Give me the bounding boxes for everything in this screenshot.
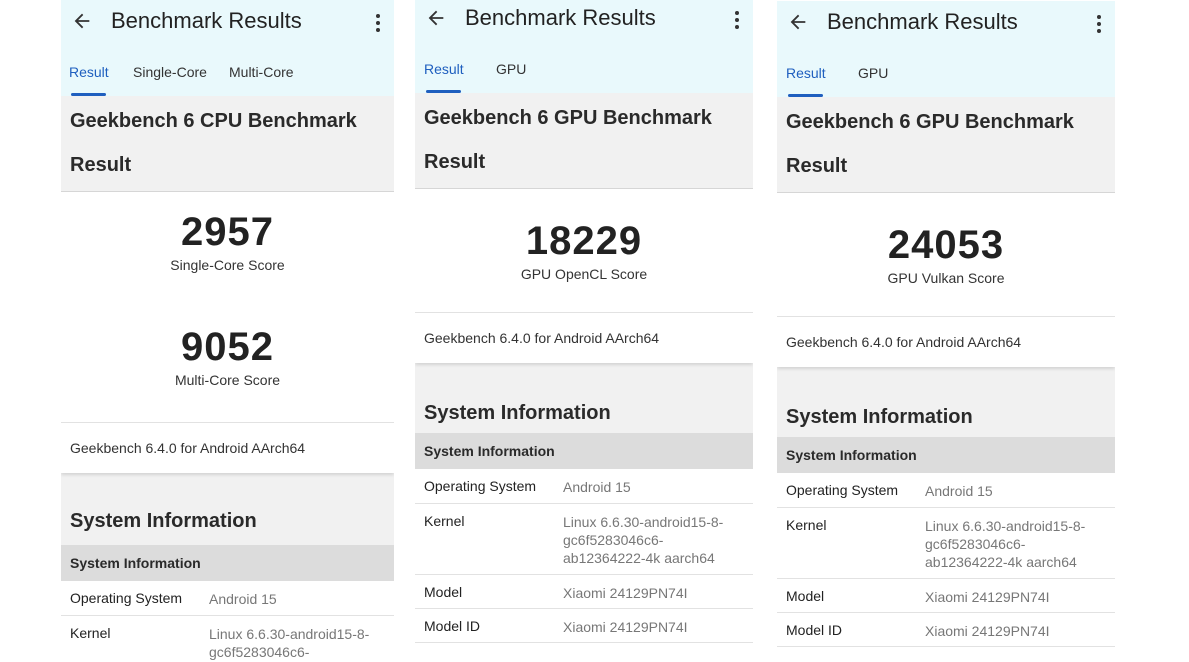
benchmark-title: Geekbench 6 GPU Benchmark (424, 107, 712, 129)
info-value: Linux 6.6.30-android15-8-gc6f5283046c6- (209, 626, 370, 660)
info-value: Xiaomi 24129PN74I (925, 589, 1050, 605)
single-core-score-label: Single-Core Score (170, 257, 285, 273)
tab-indicator (426, 90, 461, 93)
benchmark-title: Geekbench 6 GPU Benchmark (786, 111, 1074, 133)
tab-bar: Result GPU (415, 57, 753, 93)
gpu-opencl-results-panel: Benchmark Results Result GPU Geekbench 6… (415, 0, 753, 658)
result-heading: Result (424, 151, 486, 173)
version-row: Geekbench 6.4.0 for Android AArch64 (61, 422, 394, 473)
gpu-vulkan-results-panel: Benchmark Results Result GPU Geekbench 6… (777, 1, 1115, 662)
opencl-score-block: 18229 GPU OpenCL Score (415, 219, 753, 282)
info-row-os: Operating System Android 15 (415, 469, 753, 504)
info-key: Kernel (424, 513, 465, 529)
benchmark-title: Geekbench 6 CPU Benchmark (70, 110, 357, 132)
version-row: Geekbench 6.4.0 for Android AArch64 (415, 312, 753, 363)
tab-multi-core[interactable]: Multi-Core (229, 64, 294, 80)
tab-single-core[interactable]: Single-Core (133, 64, 207, 80)
info-value: Linux 6.6.30-android15-8-gc6f5283046c6-a… (563, 514, 724, 566)
tab-result[interactable]: Result (424, 61, 464, 77)
tab-indicator (71, 93, 106, 96)
info-row-partial (777, 647, 1115, 662)
score-card: 18229 GPU OpenCL Score (415, 189, 753, 312)
page-title: Benchmark Results (827, 9, 1018, 34)
single-core-score-block: 2957 Single-Core Score (61, 210, 394, 273)
app-bar: Benchmark Results Result GPU (777, 1, 1115, 97)
info-row-model-id: Model ID Xiaomi 24129PN74I (415, 609, 753, 643)
info-row-model-id: Model ID Xiaomi 24129PN74I (777, 613, 1115, 647)
vulkan-score-label: GPU Vulkan Score (887, 270, 1005, 286)
result-heading: Result (70, 154, 132, 176)
tab-result[interactable]: Result (786, 65, 826, 81)
more-vert-icon[interactable] (731, 9, 743, 31)
system-information-title: System Information (70, 510, 257, 532)
system-information-subheader: System Information (415, 433, 753, 469)
tab-gpu[interactable]: GPU (858, 65, 888, 81)
more-vert-icon[interactable] (1093, 13, 1105, 35)
info-row-partial (415, 643, 753, 658)
info-row-kernel: Kernel Linux 6.6.30-android15-8-gc6f5283… (415, 504, 753, 575)
tab-result[interactable]: Result (69, 64, 109, 80)
more-vert-icon[interactable] (372, 12, 384, 34)
info-key: Model (424, 584, 463, 600)
multi-core-score: 9052 (181, 325, 274, 369)
benchmark-header: Geekbench 6 CPU Benchmark Result (61, 96, 394, 191)
info-row-model: Model Xiaomi 24129PN74I (415, 575, 753, 609)
score-card: 2957 Single-Core Score 9052 Multi-Core S… (61, 192, 394, 422)
info-key: Kernel (70, 625, 111, 641)
cpu-results-panel: Benchmark Results Result Single-Core Mul… (61, 0, 394, 661)
vulkan-score-block: 24053 GPU Vulkan Score (777, 223, 1115, 286)
info-key: Operating System (70, 590, 183, 606)
info-key: Kernel (786, 517, 827, 533)
opencl-score: 18229 (525, 219, 643, 263)
tab-gpu[interactable]: GPU (496, 61, 526, 77)
system-information-title: System Information (424, 402, 611, 424)
single-core-score: 2957 (181, 210, 274, 254)
tab-bar: Result Single-Core Multi-Core (61, 60, 394, 96)
system-information-title: System Information (786, 406, 973, 428)
tab-indicator (788, 94, 823, 97)
arrow-back-icon[interactable] (425, 7, 447, 29)
opencl-score-label: GPU OpenCL Score (520, 266, 648, 282)
info-row-model: Model Xiaomi 24129PN74I (777, 579, 1115, 613)
system-information-subheader: System Information (777, 437, 1115, 473)
info-value: Android 15 (563, 479, 631, 495)
info-key: Model (786, 588, 825, 604)
multi-core-score-label: Multi-Core Score (174, 372, 281, 388)
vulkan-score: 24053 (887, 223, 1005, 267)
score-card: 24053 GPU Vulkan Score (777, 193, 1115, 316)
info-value: Xiaomi 24129PN74I (563, 585, 688, 601)
info-value: Android 15 (209, 591, 277, 607)
info-row-kernel: Kernel Linux 6.6.30-android15-8-gc6f5283… (777, 508, 1115, 579)
info-value: Xiaomi 24129PN74I (563, 619, 688, 635)
info-key: Operating System (424, 478, 537, 494)
multi-core-score-block: 9052 Multi-Core Score (61, 325, 394, 388)
info-value: Xiaomi 24129PN74I (925, 623, 1050, 639)
tab-bar: Result GPU (777, 61, 1115, 97)
info-value: Linux 6.6.30-android15-8-gc6f5283046c6-a… (925, 518, 1086, 570)
version-row: Geekbench 6.4.0 for Android AArch64 (777, 316, 1115, 367)
info-row-os: Operating System Android 15 (61, 581, 394, 616)
info-value: Android 15 (925, 483, 993, 499)
benchmark-header: Geekbench 6 GPU Benchmark Result (415, 93, 753, 188)
page-title: Benchmark Results (465, 5, 656, 30)
arrow-back-icon[interactable] (71, 10, 93, 32)
info-row-os: Operating System Android 15 (777, 473, 1115, 508)
info-row-kernel: Kernel Linux 6.6.30-android15-8-gc6f5283… (61, 616, 394, 661)
benchmark-header: Geekbench 6 GPU Benchmark Result (777, 97, 1115, 192)
system-information-subheader: System Information (61, 545, 394, 581)
app-bar: Benchmark Results Result Single-Core Mul… (61, 0, 394, 96)
app-bar: Benchmark Results Result GPU (415, 0, 753, 93)
arrow-back-icon[interactable] (787, 11, 809, 33)
result-heading: Result (786, 155, 848, 177)
info-key: Model ID (424, 618, 481, 634)
page-title: Benchmark Results (111, 8, 302, 33)
info-key: Operating System (786, 482, 899, 498)
info-key: Model ID (786, 622, 843, 638)
